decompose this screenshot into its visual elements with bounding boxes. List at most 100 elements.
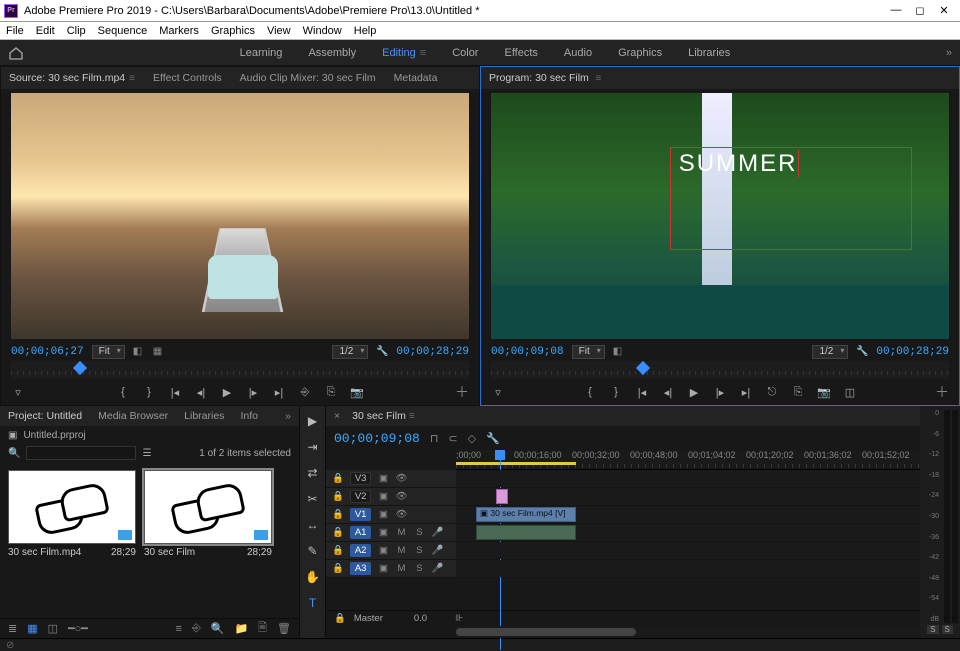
title-text-overlay[interactable]: SUMMER (679, 150, 800, 178)
zoom-slider[interactable]: ━○━ (68, 622, 88, 635)
project-overflow-icon[interactable]: » (285, 410, 291, 422)
tl-link-icon[interactable]: ⊂ (448, 432, 457, 445)
source-zoom-select[interactable]: Fit (92, 345, 125, 359)
tl-marker-icon[interactable]: ◇ (468, 432, 476, 445)
tl-settings-icon[interactable]: 🔧 (486, 432, 500, 445)
find-icon[interactable]: 🔍 (211, 622, 225, 635)
new-item-icon[interactable]: 🗎 (258, 619, 267, 638)
project-tab[interactable]: Media Browser (98, 410, 168, 422)
program-extract-icon[interactable]: ⎘ (791, 385, 805, 399)
menu-view[interactable]: View (267, 25, 291, 37)
menu-help[interactable]: Help (354, 25, 377, 37)
project-tab[interactable]: Project: Untitled (8, 410, 82, 422)
track-target[interactable]: V2 (350, 490, 372, 503)
icon-view-icon[interactable]: ▦ (27, 622, 37, 635)
graphic-clip[interactable] (496, 489, 508, 504)
program-monitor-viewport[interactable]: SUMMER (491, 93, 949, 339)
bin-icon[interactable]: ▣ (8, 430, 17, 441)
source-tab[interactable]: Effect Controls (153, 72, 222, 84)
project-tab[interactable]: Libraries (184, 410, 224, 422)
workspace-assembly[interactable]: Assembly (308, 47, 356, 59)
program-play-icon[interactable]: ▶ (687, 385, 701, 399)
track-target[interactable]: A2 (350, 544, 372, 557)
workspace-overflow-icon[interactable]: » (946, 47, 952, 59)
toggle-output-icon[interactable]: ▣ (377, 527, 389, 538)
source-settings-icon[interactable]: ◧ (133, 346, 145, 358)
program-add-button-icon[interactable]: ＋ (935, 382, 949, 402)
trash-icon[interactable]: 🗑 (277, 622, 291, 635)
sort-icon[interactable]: ≡ (176, 623, 182, 635)
home-icon[interactable] (8, 46, 24, 60)
solo-button[interactable]: S (413, 563, 425, 574)
master-lock-icon[interactable]: 🔒 (334, 613, 346, 624)
filter-icon[interactable]: ☰ (142, 448, 151, 459)
program-settings-icon[interactable]: ◧ (613, 346, 625, 358)
program-in-icon[interactable]: { (583, 385, 597, 399)
source-settings2-icon[interactable]: ▦ (153, 346, 165, 358)
window-minimize-button[interactable]: — (890, 4, 902, 17)
source-wrench-icon[interactable]: 🔧 (376, 346, 388, 358)
program-compare-icon[interactable]: ◫ (843, 385, 857, 399)
source-tab[interactable]: Source: 30 sec Film.mp4≡ (9, 72, 135, 84)
slip-tool[interactable]: ↔ (304, 516, 322, 534)
source-monitor-viewport[interactable] (11, 93, 469, 339)
workspace-color[interactable]: Color (452, 47, 478, 59)
voiceover-icon[interactable]: 🎤 (431, 545, 443, 556)
eye-icon[interactable]: 👁 (395, 473, 407, 484)
lock-icon[interactable]: 🔒 (332, 491, 344, 502)
mute-button[interactable]: M (395, 563, 407, 574)
program-goto-in-icon[interactable]: |◂ (635, 385, 649, 399)
timeline-ruler[interactable]: ;00;0000;00;16;0000;00;32;0000;00;48;000… (456, 450, 920, 470)
workspace-libraries[interactable]: Libraries (688, 47, 730, 59)
program-step-back-icon[interactable]: ◂| (661, 385, 675, 399)
mute-button[interactable]: M (395, 545, 407, 556)
menu-markers[interactable]: Markers (159, 25, 199, 37)
lock-icon[interactable]: 🔒 (332, 509, 344, 520)
tl-snap-icon[interactable]: ⊓ (430, 432, 439, 445)
selection-tool[interactable]: ▶ (304, 412, 322, 430)
solo-button[interactable]: S (413, 527, 425, 538)
master-meter-icon[interactable]: ⊪ (455, 613, 463, 624)
source-tab[interactable]: Metadata (394, 72, 438, 84)
source-in-timecode[interactable]: 00;00;06;27 (11, 346, 84, 358)
program-resolution-select[interactable]: 1/2 (812, 345, 848, 359)
menu-clip[interactable]: Clip (67, 25, 86, 37)
video-clip[interactable]: ▣ 30 sec Film.mp4 [V] (476, 507, 576, 522)
new-bin-icon[interactable]: 📁 (234, 622, 248, 635)
program-tab[interactable]: Program: 30 sec Film ≡ (489, 72, 601, 84)
project-search-input[interactable] (26, 446, 136, 460)
workspace-effects[interactable]: Effects (504, 47, 537, 59)
source-goto-in-icon[interactable]: |◂ (168, 385, 182, 399)
pen-tool[interactable]: ✎ (304, 542, 322, 560)
program-in-timecode[interactable]: 00;00;09;08 (491, 346, 564, 358)
lock-icon[interactable]: 🔒 (332, 545, 344, 556)
program-zoom-select[interactable]: Fit (572, 345, 605, 359)
toggle-output-icon[interactable]: ▣ (377, 509, 389, 520)
workspace-graphics[interactable]: Graphics (618, 47, 662, 59)
workspace-learning[interactable]: Learning (240, 47, 283, 59)
program-wrench-icon[interactable]: 🔧 (856, 346, 868, 358)
solo-button[interactable]: S (413, 545, 425, 556)
ripple-edit-tool[interactable]: ⇄ (304, 464, 322, 482)
automate-icon[interactable]: ⎆ (192, 622, 201, 635)
program-out-icon[interactable]: } (609, 385, 623, 399)
program-step-fwd-icon[interactable]: |▸ (713, 385, 727, 399)
toggle-output-icon[interactable]: ▣ (377, 491, 389, 502)
menu-edit[interactable]: Edit (36, 25, 55, 37)
meter-solo-l[interactable]: S (927, 625, 938, 634)
program-marker-icon[interactable]: ▿ (491, 385, 505, 399)
voiceover-icon[interactable]: 🎤 (431, 527, 443, 538)
toggle-output-icon[interactable]: ▣ (377, 563, 389, 574)
source-export-frame-icon[interactable]: 📷 (350, 385, 364, 399)
workspace-editing[interactable]: Editing≡ (382, 47, 426, 59)
work-area-bar[interactable] (456, 462, 576, 465)
timeline-timecode[interactable]: 00;00;09;08 (334, 431, 420, 446)
source-resolution-select[interactable]: 1/2 (332, 345, 368, 359)
window-maximize-button[interactable]: ◻ (914, 4, 926, 17)
toggle-output-icon[interactable]: ▣ (377, 473, 389, 484)
workspace-audio[interactable]: Audio (564, 47, 592, 59)
mute-button[interactable]: M (395, 527, 407, 538)
program-goto-out-icon[interactable]: ▸| (739, 385, 753, 399)
eye-icon[interactable]: 👁 (395, 491, 407, 502)
source-play-icon[interactable]: ▶ (220, 385, 234, 399)
